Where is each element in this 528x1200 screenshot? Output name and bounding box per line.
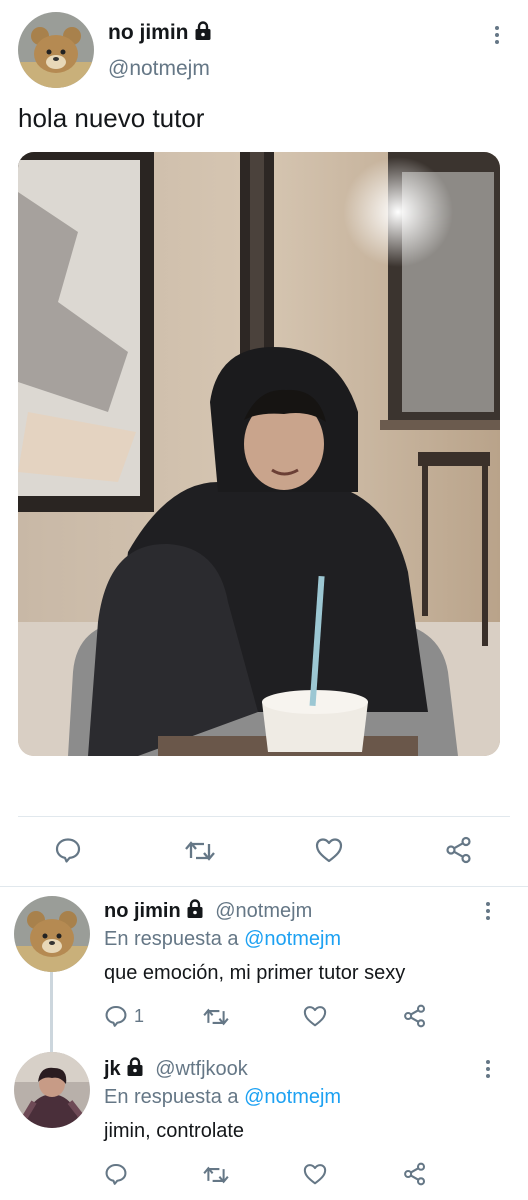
in-reply-link[interactable]: @notmejm — [244, 928, 341, 950]
reply-handle[interactable]: @wtfjkook — [155, 1058, 248, 1080]
teddy-bear-avatar-icon — [14, 896, 90, 972]
share-icon — [446, 836, 471, 864]
reply-display-name[interactable]: jk — [104, 1058, 121, 1080]
in-reply-link[interactable]: @notmejm — [244, 1086, 341, 1108]
in-reply-label: En respuesta a — [104, 928, 239, 950]
more-options-icon[interactable] — [483, 1060, 493, 1078]
divider — [0, 886, 528, 887]
lock-icon — [126, 1057, 144, 1084]
lock-icon — [186, 899, 204, 926]
in-reply-label: En respuesta a — [104, 1086, 239, 1108]
share-icon — [404, 1004, 426, 1028]
heart-icon — [315, 838, 343, 863]
reply-button[interactable] — [54, 836, 82, 864]
lock-icon — [194, 21, 212, 48]
share-button[interactable] — [445, 836, 473, 864]
photo-image — [18, 152, 500, 756]
heart-icon — [303, 1006, 327, 1027]
more-options-icon[interactable] — [492, 26, 502, 44]
retweet-icon — [203, 1166, 229, 1184]
reply-icon — [105, 1163, 127, 1185]
reply-handle[interactable]: @notmejm — [215, 900, 312, 922]
author-display-name[interactable]: no jimin — [108, 21, 189, 44]
author-handle[interactable]: @notmejm — [108, 56, 210, 82]
share-button[interactable] — [403, 1162, 427, 1186]
reply-avatar[interactable] — [14, 896, 90, 972]
reply-avatar[interactable] — [14, 1052, 90, 1128]
tweet-text: hola nuevo tutor — [18, 103, 205, 133]
retweet-button[interactable] — [202, 1164, 230, 1186]
retweet-button[interactable] — [202, 1006, 230, 1028]
share-icon — [404, 1162, 426, 1186]
author-avatar[interactable] — [18, 12, 94, 88]
reply-count: 1 — [134, 1005, 145, 1026]
reply-text: jimin, controlate — [104, 1120, 245, 1142]
divider — [18, 816, 510, 817]
reply-display-name[interactable]: no jimin — [104, 900, 181, 922]
more-options-icon[interactable] — [483, 902, 493, 920]
person-avatar-icon — [14, 1052, 90, 1128]
heart-icon — [303, 1164, 327, 1185]
like-button[interactable] — [303, 1005, 327, 1027]
retweet-icon — [185, 841, 215, 861]
thread-line — [50, 968, 53, 1052]
retweet-icon — [203, 1008, 229, 1026]
reply-button[interactable]: 1 — [104, 1004, 144, 1028]
teddy-bear-avatar-icon — [18, 12, 94, 88]
retweet-button[interactable] — [184, 838, 216, 864]
share-button[interactable] — [403, 1004, 427, 1028]
like-button[interactable] — [315, 837, 343, 863]
reply-button[interactable] — [104, 1162, 128, 1186]
reply-icon — [55, 838, 81, 863]
reply-icon — [105, 1005, 127, 1027]
reply-text: que emoción, mi primer tutor sexy — [104, 962, 406, 984]
tweet-photo[interactable] — [18, 152, 500, 756]
like-button[interactable] — [303, 1163, 327, 1185]
